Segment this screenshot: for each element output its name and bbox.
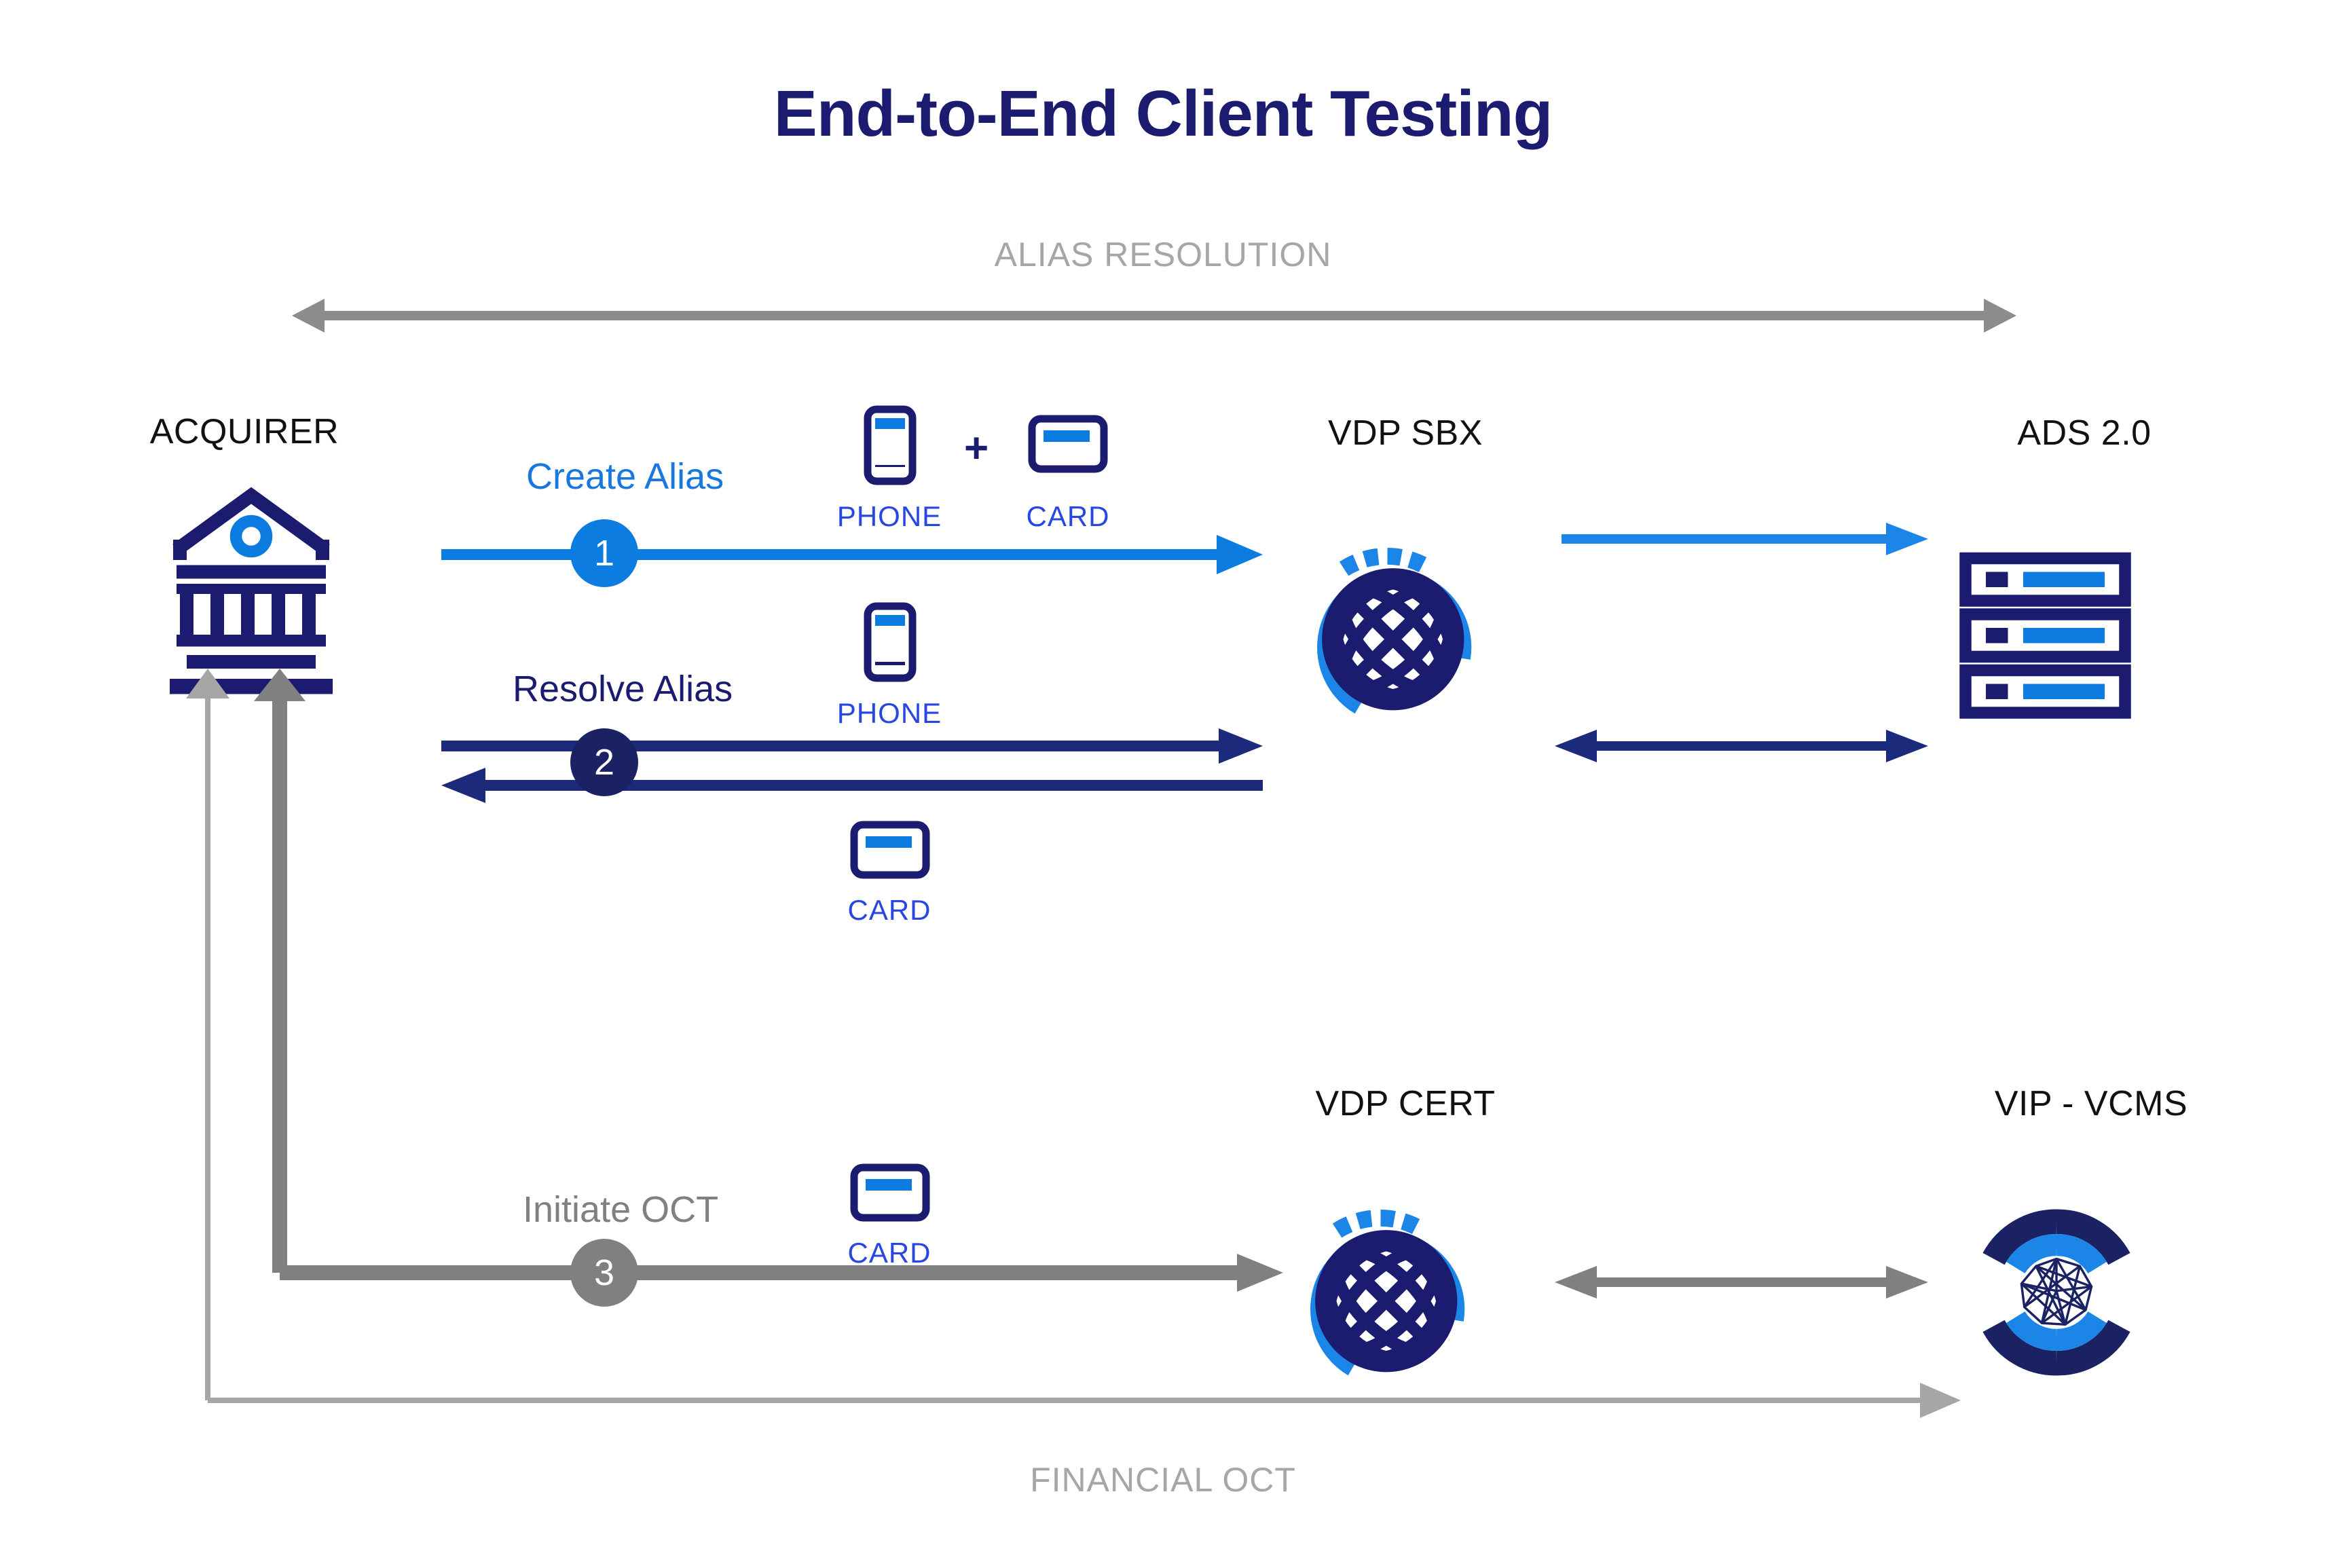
network-ring-icon — [1969, 1205, 2144, 1380]
band-label-alias-resolution: ALIAS RESOLUTION — [994, 236, 1332, 274]
step-1-arrow — [441, 535, 1263, 574]
card-icon-caption: CARD — [1026, 500, 1110, 532]
financial-oct-return-path-outer — [186, 669, 1961, 1422]
step-1-badge: 1 — [570, 519, 638, 587]
sbx-to-ads-arrow — [1562, 523, 1928, 555]
node-label-acquirer: ACQUIRER — [149, 412, 339, 451]
step-1-label: Create Alias — [526, 456, 724, 497]
node-label-vdp-sbx: VDP SBX — [1328, 413, 1483, 453]
alias-resolution-span-arrow — [292, 292, 2016, 339]
card-icon — [1028, 415, 1108, 473]
page-title: End-to-End Client Testing — [773, 77, 1553, 150]
plus-icon: + — [964, 425, 989, 472]
phone-icon-caption: PHONE — [836, 500, 942, 532]
band-label-financial-oct: FINANCIAL OCT — [1030, 1461, 1296, 1499]
node-label-vip-vcms: VIP - VCMS — [1994, 1084, 2188, 1123]
node-label-ads: ADS 2.0 — [2017, 413, 2152, 453]
diagram-canvas: End-to-End Client Testing ALIAS RESOLUTI… — [0, 0, 2326, 1568]
server-rack-icon — [1959, 550, 2132, 720]
step-1-number: 1 — [593, 533, 615, 574]
bank-icon — [166, 475, 336, 694]
phone-icon — [864, 405, 917, 485]
